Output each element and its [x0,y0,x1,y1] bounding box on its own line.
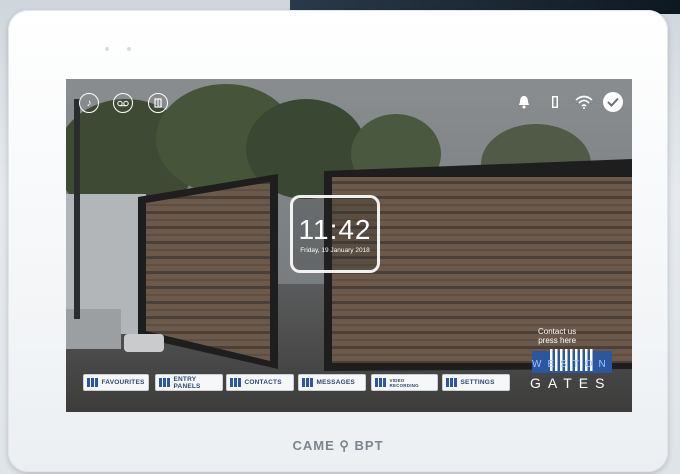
contact-line-1: Contact us [538,327,577,336]
door-status-icon[interactable] [548,93,562,111]
voicemail-icon[interactable] [113,93,133,113]
camera-sensor [105,47,109,51]
contact-us-prompt[interactable]: Contact us press here [538,327,576,345]
wifi-icon[interactable] [574,93,594,111]
video-recording-button[interactable]: VIDEO RECORDING [371,374,438,391]
messages-button-label: MESSAGES [316,379,355,386]
touch-screen: ♪ 11:42 Friday, 19 January 2018 Contact … [66,79,632,412]
logo-word-gates: GATES [530,375,612,391]
contacts-button[interactable]: CONTACTS [226,374,294,391]
favourites-button-icon [87,378,98,387]
settings-button-label: SETTINGS [460,379,495,386]
weston-gates-logo[interactable]: WESTON GATES [526,347,626,397]
settings-button[interactable]: SETTINGS [442,374,510,391]
video-recording-button-label: VIDEO RECORDING [390,378,419,388]
entry-panels-button-label: ENTRY PANELS [173,375,201,390]
contacts-button-label: CONTACTS [244,379,282,386]
clock-time: 11:42 [298,213,372,245]
video-recording-button-icon [375,378,386,387]
logo-word-weston: WESTON [532,359,612,370]
favourites-button[interactable]: FAVOURITES [83,374,149,391]
favourites-button-label: FAVOURITES [101,379,145,386]
contact-line-2: press here [538,336,577,345]
contacts-button-icon [230,378,241,387]
messages-button[interactable]: MESSAGES [298,374,366,391]
entry-panels-button[interactable]: ENTRY PANELS [155,374,223,391]
video-recording-label-line2: RECORDING [389,382,419,388]
door-icon[interactable] [148,93,168,113]
settings-button-icon [446,378,457,387]
clock-date: Friday, 19 January 2018 [300,246,370,254]
brand-logo: CAME ⚲ BPT [292,438,384,453]
light-sensor [127,47,131,51]
messages-button-icon [302,378,313,387]
entry-panels-button-icon [159,378,170,387]
clock-widget: 11:42 Friday, 19 January 2018 [290,195,380,273]
check-circle-icon[interactable] [603,92,623,112]
bell-icon[interactable] [516,93,532,111]
do-not-disturb-icon[interactable]: ♪ [79,93,99,113]
